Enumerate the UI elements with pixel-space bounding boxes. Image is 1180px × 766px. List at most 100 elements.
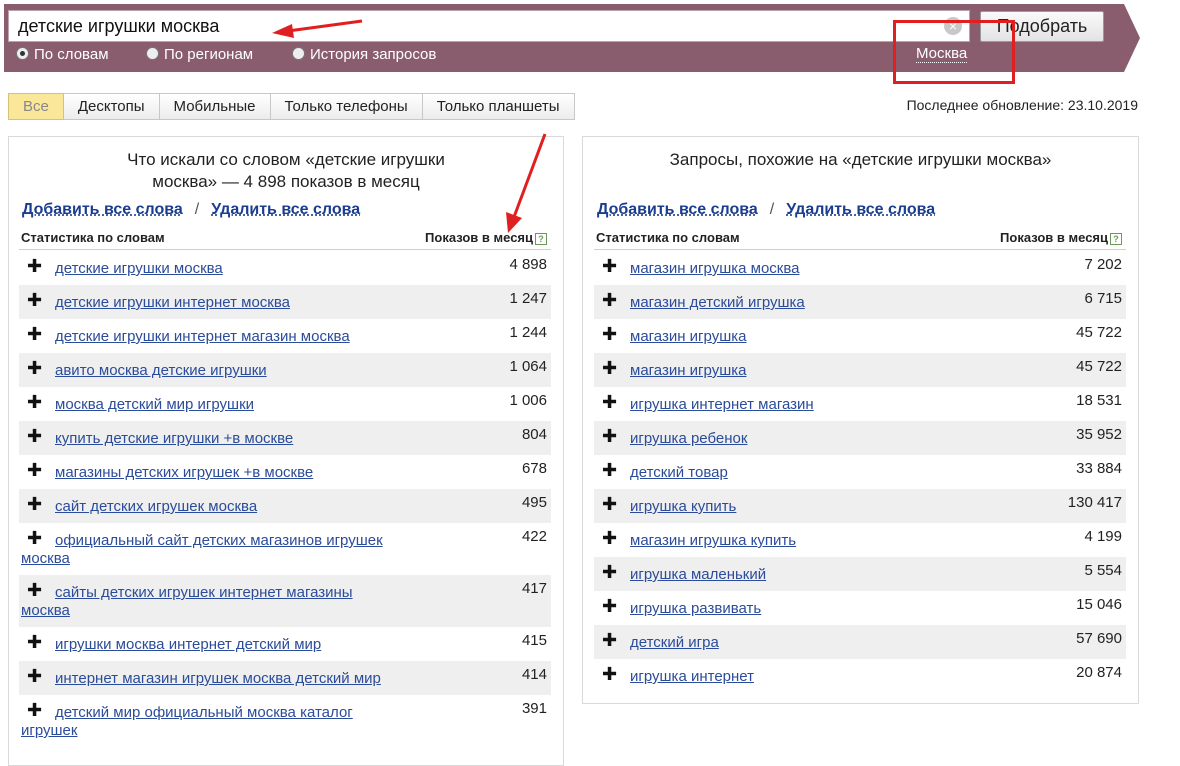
impressions-count: 35 952 xyxy=(1076,426,1122,443)
impressions-count: 678 xyxy=(521,460,547,477)
impressions-count: 4 199 xyxy=(1084,528,1122,545)
add-all-words-link[interactable]: Добавить все слова xyxy=(597,201,758,218)
tab-phones-only[interactable]: Только телефоны xyxy=(270,93,423,120)
radio-icon-checked xyxy=(16,47,29,60)
keyword-link[interactable]: сайт детских игрушек москва xyxy=(55,498,257,516)
add-plus-icon[interactable]: ✚ xyxy=(602,596,617,617)
help-icon[interactable]: ? xyxy=(535,233,547,245)
add-plus-icon[interactable]: ✚ xyxy=(27,256,42,277)
keyword-link[interactable]: детский товар xyxy=(630,464,728,482)
keyword-link[interactable]: магазин игрушка xyxy=(630,328,746,346)
impressions-count: 15 046 xyxy=(1076,596,1122,613)
search-query-text: детские игрушки москва xyxy=(18,16,220,36)
mode-history[interactable]: История запросов xyxy=(292,46,436,63)
add-plus-icon[interactable]: ✚ xyxy=(27,666,42,687)
list-item: ✚ детские игрушки интернет магазин москва… xyxy=(19,319,551,353)
remove-all-words-link[interactable]: Удалить все слова xyxy=(211,201,360,218)
keyword-link[interactable]: магазин игрушка москва xyxy=(630,260,800,278)
help-icon[interactable]: ? xyxy=(1110,233,1122,245)
keyword-link[interactable]: магазины детских игрушек +в москве xyxy=(55,464,313,482)
add-plus-icon[interactable]: ✚ xyxy=(602,664,617,685)
keyword-link[interactable]: игрушка ребенок xyxy=(630,430,747,448)
impressions-count: 1 244 xyxy=(509,324,547,341)
list-item: ✚ детские игрушки москва 4 898 xyxy=(19,251,551,285)
mode-by-regions[interactable]: По регионам xyxy=(146,46,253,63)
tab-desktops[interactable]: Десктопы xyxy=(63,93,160,120)
search-input[interactable]: детские игрушки москва xyxy=(8,10,970,42)
impressions-count: 4 898 xyxy=(509,256,547,273)
keyword-link[interactable]: официальный сайт детских магазинов игруш… xyxy=(21,532,401,568)
add-plus-icon[interactable]: ✚ xyxy=(27,460,42,481)
keyword-link[interactable]: детские игрушки интернет москва xyxy=(55,294,290,312)
add-plus-icon[interactable]: ✚ xyxy=(602,562,617,583)
add-plus-icon[interactable]: ✚ xyxy=(602,256,617,277)
panel-actions: Добавить все слова / Удалить все слова xyxy=(22,201,360,219)
keyword-link[interactable]: сайты детских игрушек интернет магазины … xyxy=(21,584,401,620)
radio-icon xyxy=(292,47,305,60)
list-item: ✚ магазин игрушка 45 722 xyxy=(594,319,1126,353)
impressions-count: 495 xyxy=(521,494,547,511)
mode-by-words[interactable]: По словам xyxy=(16,46,109,63)
list-item: ✚ магазины детских игрушек +в москве 678 xyxy=(19,455,551,489)
impressions-count: 1 064 xyxy=(509,358,547,375)
impressions-count: 45 722 xyxy=(1076,358,1122,375)
add-plus-icon[interactable]: ✚ xyxy=(602,358,617,379)
keyword-link[interactable]: детский мир официальный москва каталог и… xyxy=(21,704,401,740)
similar-queries-panel: Запросы, похожие на «детские игрушки мос… xyxy=(582,136,1139,704)
keyword-link[interactable]: авито москва детские игрушки xyxy=(55,362,267,380)
keyword-link[interactable]: магазин детский игрушка xyxy=(630,294,805,312)
panel-title: Запросы, похожие на «детские игрушки мос… xyxy=(669,150,1052,169)
radio-icon xyxy=(146,47,159,60)
impressions-count: 417 xyxy=(521,580,547,597)
keyword-link[interactable]: магазин игрушка xyxy=(630,362,746,380)
add-plus-icon[interactable]: ✚ xyxy=(27,324,42,345)
keyword-link[interactable]: игрушка развивать xyxy=(630,600,761,618)
keyword-link[interactable]: интернет магазин игрушек москва детский … xyxy=(55,670,381,688)
add-plus-icon[interactable]: ✚ xyxy=(27,632,42,653)
tab-all[interactable]: Все xyxy=(8,93,64,120)
add-plus-icon[interactable]: ✚ xyxy=(27,494,42,515)
keyword-link[interactable]: детские игрушки москва xyxy=(55,260,223,278)
list-item: ✚ авито москва детские игрушки 1 064 xyxy=(19,353,551,387)
keyword-link[interactable]: игрушка интернет xyxy=(630,668,754,686)
keyword-link[interactable]: детский игра xyxy=(630,634,719,652)
keyword-link[interactable]: детские игрушки интернет магазин москва xyxy=(55,328,350,346)
tab-mobile[interactable]: Мобильные xyxy=(159,93,271,120)
table-header: Статистика по словам Показов в месяц? xyxy=(19,230,551,250)
keyword-link[interactable]: игрушка маленький xyxy=(630,566,766,584)
keyword-link[interactable]: москва детский мир игрушки xyxy=(55,396,254,414)
remove-all-words-link[interactable]: Удалить все слова xyxy=(786,201,935,218)
list-item: ✚ сайт детских игрушек москва 495 xyxy=(19,489,551,523)
list-item: ✚ сайты детских игрушек интернет магазины… xyxy=(19,575,551,627)
keyword-link[interactable]: игрушка интернет магазин xyxy=(630,396,814,414)
add-plus-icon[interactable]: ✚ xyxy=(602,494,617,515)
tab-tablets-only[interactable]: Только планшеты xyxy=(422,93,575,120)
keyword-link[interactable]: купить детские игрушки +в москве xyxy=(55,430,293,448)
add-plus-icon[interactable]: ✚ xyxy=(602,528,617,549)
keyword-link[interactable]: игрушки москва интернет детский мир xyxy=(55,636,321,654)
add-plus-icon[interactable]: ✚ xyxy=(602,426,617,447)
list-item: ✚ игрушка интернет 20 874 xyxy=(594,659,1126,693)
keyword-link[interactable]: игрушка купить xyxy=(630,498,736,516)
add-plus-icon[interactable]: ✚ xyxy=(27,290,42,311)
add-plus-icon[interactable]: ✚ xyxy=(27,358,42,379)
add-plus-icon[interactable]: ✚ xyxy=(602,460,617,481)
impressions-count: 415 xyxy=(521,632,547,649)
impressions-count: 45 722 xyxy=(1076,324,1122,341)
list-item: ✚ детский мир официальный москва каталог … xyxy=(19,695,551,747)
list-item: ✚ игрушки москва интернет детский мир 415 xyxy=(19,627,551,661)
keyword-link[interactable]: магазин игрушка купить xyxy=(630,532,796,550)
impressions-count: 57 690 xyxy=(1076,630,1122,647)
impressions-count: 804 xyxy=(521,426,547,443)
add-all-words-link[interactable]: Добавить все слова xyxy=(22,201,183,218)
add-plus-icon[interactable]: ✚ xyxy=(602,392,617,413)
list-item: ✚ магазин игрушка москва 7 202 xyxy=(594,251,1126,285)
add-plus-icon[interactable]: ✚ xyxy=(27,392,42,413)
add-plus-icon[interactable]: ✚ xyxy=(27,426,42,447)
add-plus-icon[interactable]: ✚ xyxy=(602,290,617,311)
add-plus-icon[interactable]: ✚ xyxy=(602,630,617,651)
add-plus-icon[interactable]: ✚ xyxy=(602,324,617,345)
list-item: ✚ игрушка развивать 15 046 xyxy=(594,591,1126,625)
device-tabs: Все Десктопы Мобильные Только телефоны Т… xyxy=(8,93,575,120)
list-item: ✚ детский товар 33 884 xyxy=(594,455,1126,489)
